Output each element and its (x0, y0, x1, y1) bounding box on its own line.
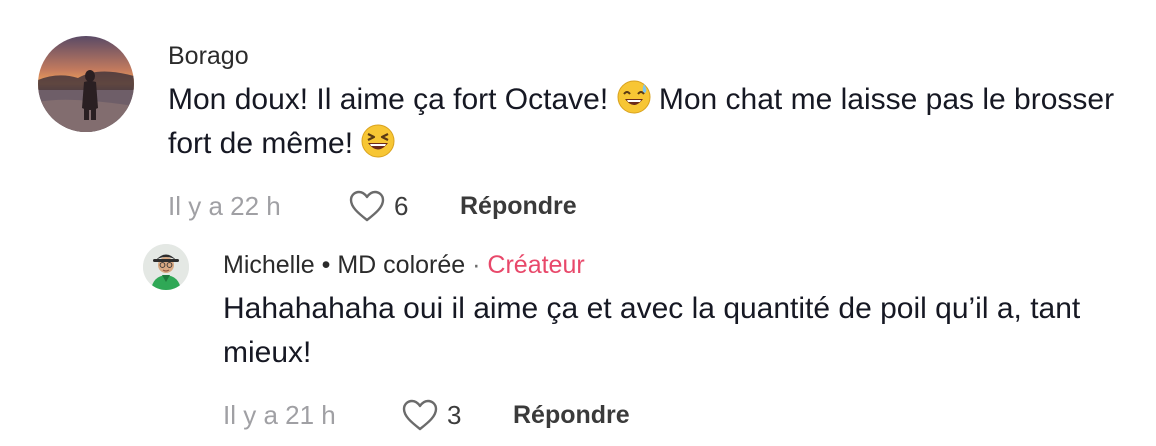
reply-username[interactable]: Michelle • MD colorée (223, 251, 465, 279)
reply-text: Hahahahaha oui il aime ça et avec la qua… (223, 292, 1081, 369)
creator-avatar[interactable] (143, 244, 189, 290)
heart-icon[interactable] (401, 398, 439, 432)
like-button[interactable]: 3 (401, 398, 513, 432)
avatar[interactable] (38, 36, 134, 132)
creator-badge: Créateur (487, 251, 585, 279)
comment-text-part: Mon doux! Il aime ça fort Octave! (168, 83, 617, 116)
separator-dot: · (472, 251, 481, 279)
avatar-image (143, 244, 189, 290)
comment-text: Mon doux! Il aime ça fort Octave! Mon ch… (168, 78, 1128, 166)
comment-body: Borago Mon doux! Il aime ça fort Octave!… (168, 36, 1128, 224)
comment-timestamp: Il y a 22 h (168, 190, 281, 221)
laughing-emoji-icon (361, 124, 395, 158)
comment-meta: Il y a 22 h 6 Répondre (168, 188, 1128, 224)
like-button[interactable]: 6 (348, 189, 460, 223)
like-count: 3 (447, 399, 462, 430)
avatar-image (38, 36, 134, 132)
like-count: 6 (394, 190, 409, 221)
heart-icon[interactable] (348, 189, 386, 223)
reply-timestamp: Il y a 21 h (223, 399, 336, 430)
reply-meta: Il y a 21 h 3 Répondre (223, 397, 1123, 433)
reply-body: Michelle • MD colorée · Créateur Hahahah… (223, 244, 1123, 433)
reply-button[interactable]: Répondre (460, 192, 577, 221)
reply-button[interactable]: Répondre (513, 401, 630, 430)
sweat-smile-emoji-icon (617, 80, 651, 114)
reply-username-row: Michelle • MD colorée · Créateur (223, 249, 1123, 281)
comment-username[interactable]: Borago (168, 40, 1128, 72)
